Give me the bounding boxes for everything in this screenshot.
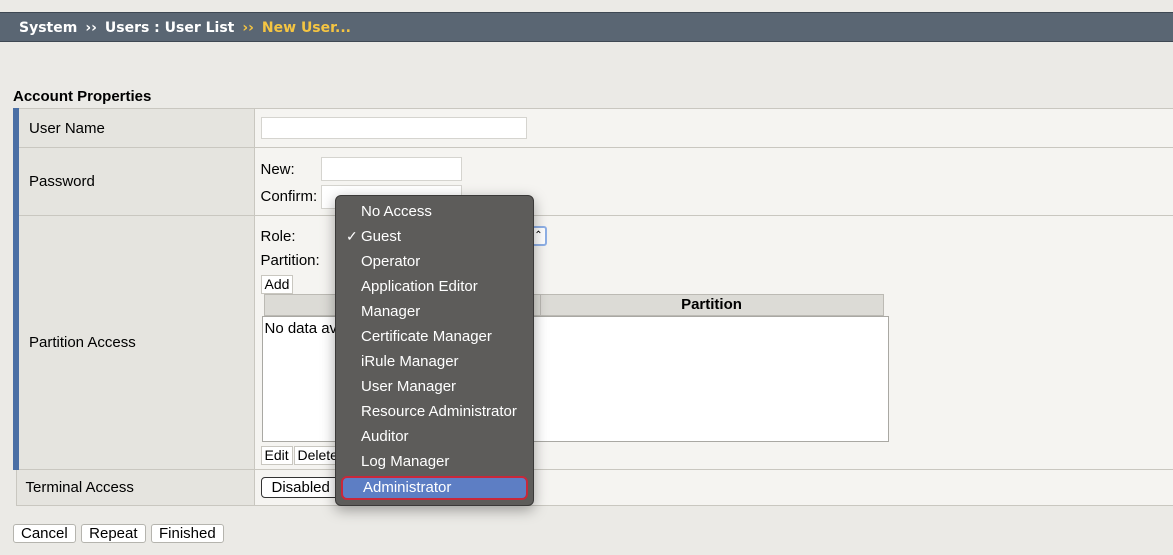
row-terminal-access: Terminal Access Disabled [15, 469, 1173, 506]
menu-item-administrator[interactable]: Administrator [341, 476, 528, 500]
menu-item-manager[interactable]: Manager [336, 299, 533, 324]
menu-item-no-access[interactable]: No Access [336, 199, 533, 224]
finished-button[interactable]: Finished [150, 524, 224, 543]
user-name-input[interactable] [260, 117, 527, 139]
menu-item-resource-administrator[interactable]: Resource Administrator [336, 399, 533, 424]
password-label: Password [13, 147, 255, 216]
role-label: Role: [260, 228, 296, 245]
menu-item-operator[interactable]: Operator [336, 249, 533, 274]
top-strip [0, 0, 1173, 12]
partition-column-header: Partition [681, 296, 742, 313]
row-password: Password New: Confirm: [13, 147, 1173, 216]
menu-item-irule-manager[interactable]: iRule Manager [336, 349, 533, 374]
menu-item-user-manager[interactable]: User Manager [336, 374, 533, 399]
role-dropdown-menu[interactable]: No Access ✓ Guest Operator Application Ed… [335, 195, 534, 506]
repeat-button[interactable]: Repeat [81, 524, 146, 543]
menu-item-guest-label: Guest [361, 228, 402, 245]
partition-access-label: Partition Access [13, 215, 255, 470]
breadcrumb-separator: ›› [85, 20, 97, 36]
terminal-access-label: Terminal Access [15, 469, 255, 506]
breadcrumb-users[interactable]: Users : User List [105, 20, 235, 36]
menu-item-log-manager[interactable]: Log Manager [336, 449, 533, 474]
breadcrumb-separator: ›› [242, 20, 254, 36]
menu-item-application-editor[interactable]: Application Editor [336, 274, 533, 299]
row-partition-access: Partition Access Role: ⌃ Partition: Add … [13, 215, 1173, 470]
breadcrumb: System ›› Users : User List ›› New User... [0, 12, 1173, 42]
user-name-cell [254, 108, 1173, 148]
account-properties-table: User Name Password New: Confirm: Partiti… [13, 108, 1173, 506]
form-actions: Cancel Repeat Finished [13, 524, 225, 543]
no-data-text: No data av [264, 320, 338, 337]
menu-item-auditor[interactable]: Auditor [336, 424, 533, 449]
confirm-password-label: Confirm: [260, 188, 318, 205]
row-user-name: User Name [13, 108, 1173, 148]
add-button[interactable]: Add [260, 275, 294, 294]
checkmark-icon: ✓ [346, 228, 358, 244]
menu-item-certificate-manager[interactable]: Certificate Manager [336, 324, 533, 349]
cancel-button[interactable]: Cancel [13, 524, 76, 543]
section-title: Account Properties [13, 88, 152, 105]
menu-item-guest[interactable]: ✓ Guest [336, 224, 533, 249]
breadcrumb-system[interactable]: System [19, 20, 77, 36]
new-password-label: New: [260, 161, 295, 178]
breadcrumb-current: New User... [261, 20, 352, 36]
new-password-input[interactable] [320, 157, 462, 181]
user-name-label: User Name [13, 108, 255, 148]
partition-label: Partition: [260, 252, 320, 269]
edit-button[interactable]: Edit [260, 446, 293, 465]
terminal-access-select[interactable]: Disabled [260, 477, 339, 498]
